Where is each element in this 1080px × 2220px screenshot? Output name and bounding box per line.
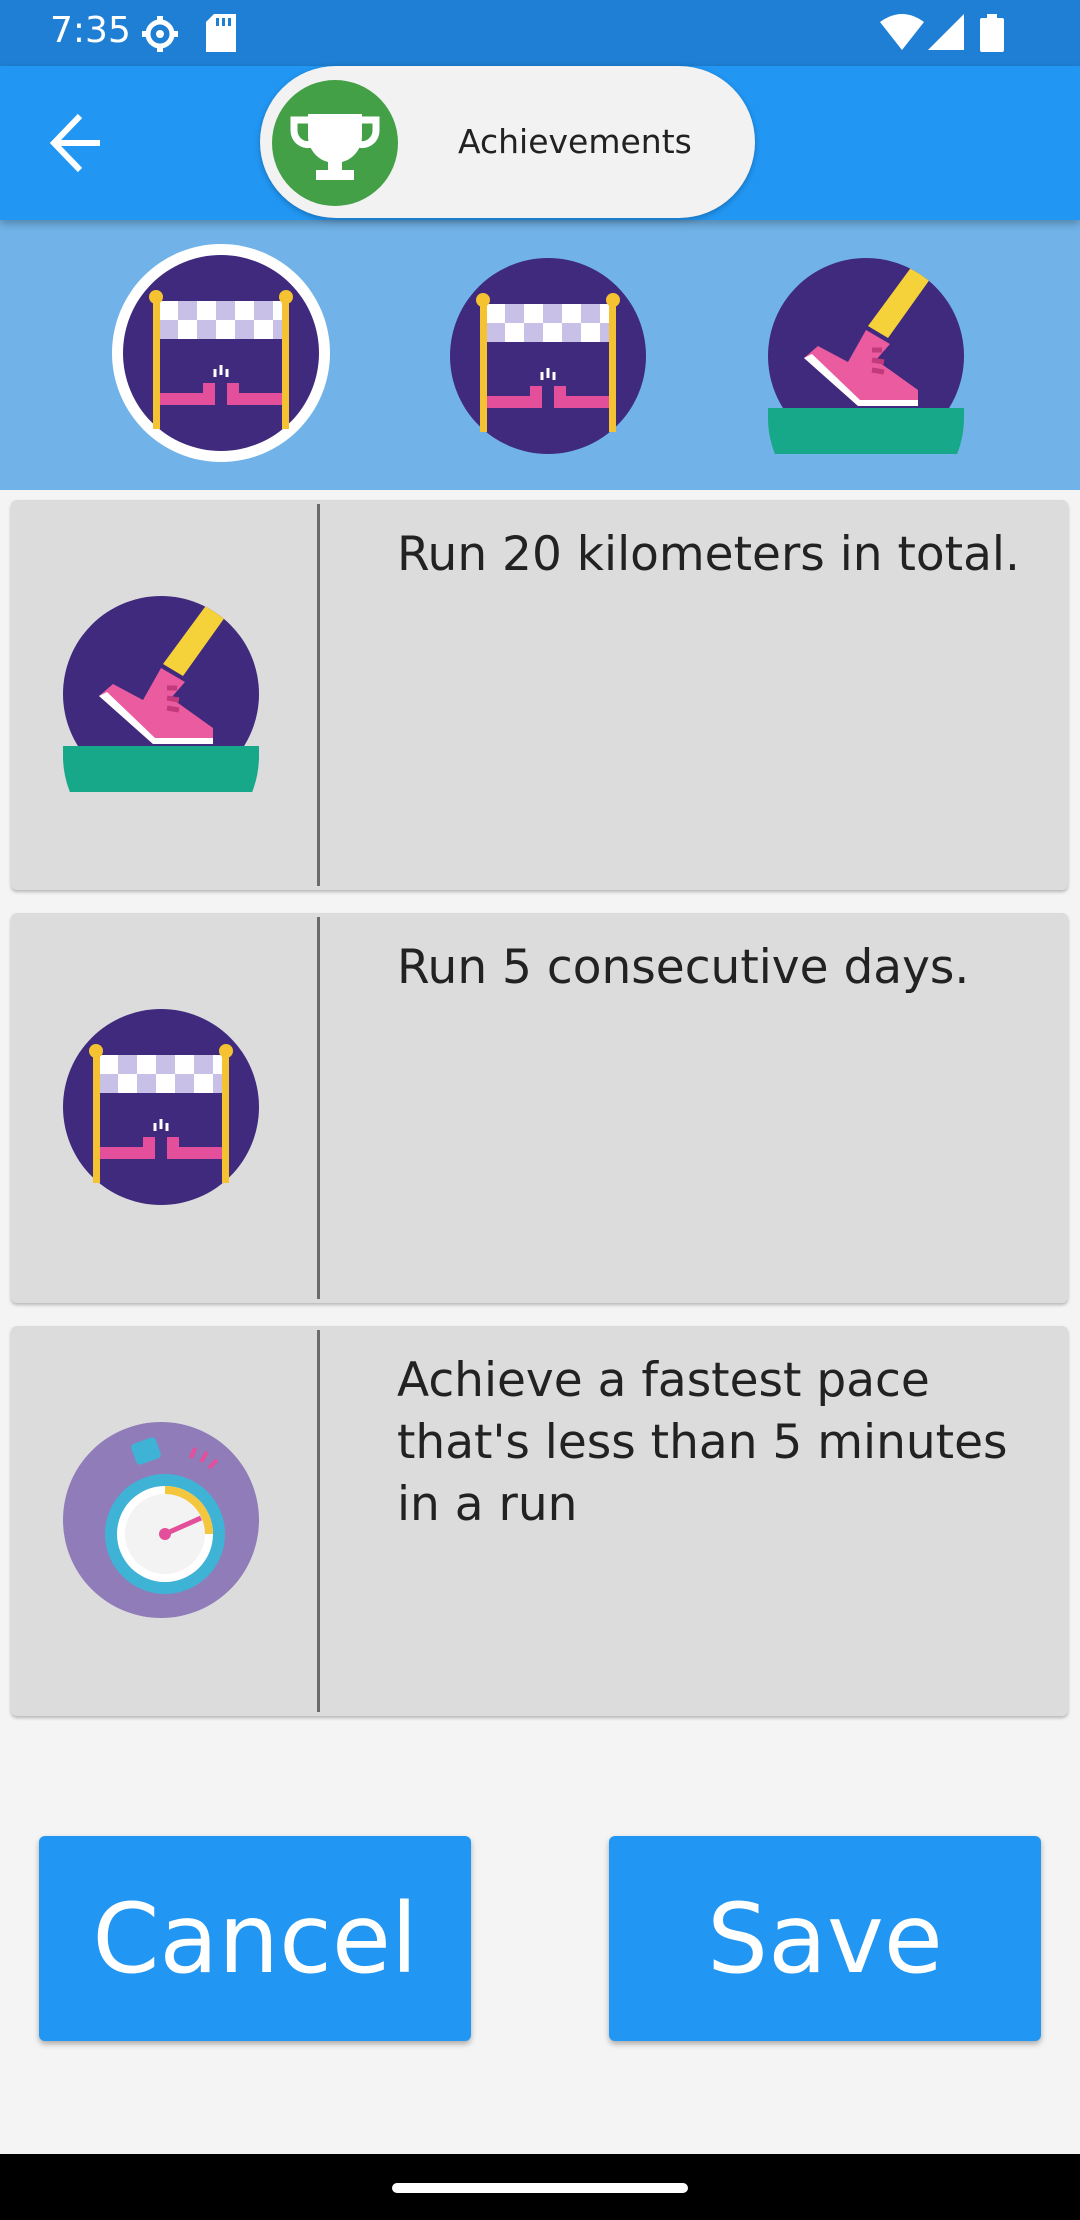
battery-icon — [980, 14, 1004, 52]
status-time: 7:35 — [50, 10, 131, 51]
app-bar: Achievements — [0, 66, 1080, 220]
page-title: Achievements — [458, 122, 692, 161]
achievement-text: Achieve a fastest pace that's less than … — [397, 1353, 1008, 1532]
achievement-text: Run 20 kilometers in total. — [397, 527, 1020, 582]
achievement-card[interactable]: Run 20 kilometers in total. — [11, 500, 1068, 890]
card-divider — [317, 504, 320, 886]
finish-line-badge-icon — [123, 255, 319, 451]
achievement-card[interactable]: Run 5 consecutive days. — [11, 913, 1068, 1303]
badge-selected[interactable] — [112, 244, 330, 462]
card-divider — [317, 917, 320, 1299]
title-chip: Achievements — [260, 66, 755, 218]
trophy-icon — [290, 114, 380, 180]
badge-item[interactable] — [768, 258, 964, 454]
settings-icon — [142, 16, 178, 52]
badge-strip — [0, 220, 1080, 490]
stopwatch-badge-icon — [63, 1422, 259, 1618]
arrow-back-icon[interactable] — [40, 110, 110, 176]
signal-icon — [928, 14, 964, 50]
finish-line-badge-icon — [63, 1009, 259, 1205]
card-divider — [317, 1330, 320, 1712]
achievement-card[interactable]: Achieve a fastest pace that's less than … — [11, 1326, 1068, 1716]
home-handle[interactable] — [392, 2183, 688, 2193]
badge-item[interactable] — [448, 256, 648, 456]
sd-card-icon — [206, 14, 236, 52]
navigation-bar — [0, 2154, 1080, 2220]
running-shoe-badge-icon — [768, 258, 964, 454]
cancel-button[interactable]: Cancel — [39, 1836, 471, 2041]
save-button[interactable]: Save — [609, 1836, 1041, 2041]
trophy-icon-circle — [272, 80, 398, 206]
achievement-text: Run 5 consecutive days. — [397, 940, 970, 995]
finish-line-badge-icon — [448, 256, 648, 456]
status-bar: 7:35 — [0, 0, 1080, 66]
running-shoe-badge-icon — [63, 596, 259, 792]
wifi-icon — [880, 14, 924, 50]
